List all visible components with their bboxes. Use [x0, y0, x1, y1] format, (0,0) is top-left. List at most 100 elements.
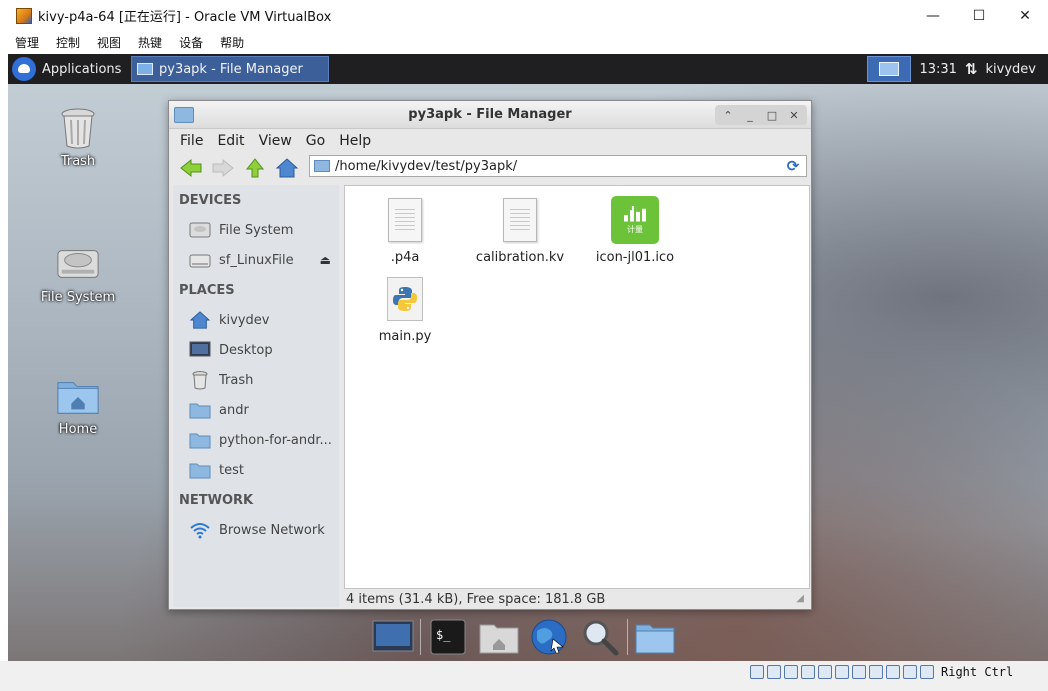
sidebar: DEVICES File System sf_LinuxFile ⏏ PLACE… — [173, 185, 339, 607]
dock-file-manager[interactable] — [631, 615, 679, 659]
folder-icon — [174, 106, 194, 123]
host-minimize-button[interactable]: — — [910, 0, 956, 31]
cpu-icon[interactable] — [886, 665, 900, 679]
host-menu-manage[interactable]: 管理 — [8, 34, 46, 51]
fm-menu-view[interactable]: View — [252, 133, 299, 149]
fm-minimize-button[interactable]: _ — [739, 106, 761, 124]
applications-menu-button[interactable]: Applications — [8, 54, 127, 84]
host-menu-control[interactable]: 控制 — [49, 34, 87, 51]
host-status-icons: Right Ctrl — [750, 665, 1013, 679]
file-item-calibration-kv[interactable]: calibration.kv — [465, 196, 575, 265]
fm-menubar: File Edit View Go Help — [169, 129, 811, 153]
desktop-icon-home[interactable]: Home — [28, 374, 128, 437]
host-maximize-button[interactable]: ☐ — [956, 0, 1002, 31]
fm-window-controls: ⌃ _ □ ✕ — [715, 105, 807, 125]
fm-menu-file[interactable]: File — [173, 133, 210, 149]
xfce-top-panel: Applications py3apk - File Manager 13:31… — [8, 54, 1048, 84]
host-window-title: kivy-p4a-64 [正在运行] - Oracle VM VirtualBo… — [38, 10, 332, 25]
host-menu-devices[interactable]: 设备 — [172, 34, 210, 51]
arrow-left-icon — [180, 158, 202, 178]
file-item-icon-jl01-ico[interactable]: 计量 icon-jl01.ico — [580, 196, 690, 265]
file-manager-window[interactable]: py3apk - File Manager ⌃ _ □ ✕ File Edit … — [168, 100, 812, 610]
fm-roll-up-button[interactable]: ⌃ — [717, 106, 739, 124]
usb-icon[interactable] — [818, 665, 832, 679]
home-button[interactable] — [271, 154, 303, 182]
user-menu[interactable]: kivydev — [986, 62, 1036, 77]
status-text: 4 items (31.4 kB), Free space: 181.8 GB — [346, 591, 606, 607]
host-menu-hotkey[interactable]: 热键 — [131, 34, 169, 51]
fm-titlebar[interactable]: py3apk - File Manager ⌃ _ □ ✕ — [169, 101, 811, 129]
dock-terminal[interactable]: $_ — [424, 615, 472, 659]
dock-home[interactable] — [475, 615, 523, 659]
reload-icon[interactable]: ⟳ — [784, 157, 802, 175]
sidebar-item-trash[interactable]: Trash — [173, 365, 339, 395]
sidebar-item-kivydev[interactable]: kivydev — [173, 305, 339, 335]
taskbar-file-manager-button[interactable]: py3apk - File Manager — [131, 56, 329, 82]
keyboard-capture-icon[interactable] — [920, 665, 934, 679]
file-name: .p4a — [390, 250, 420, 265]
fm-maximize-button[interactable]: □ — [761, 106, 783, 124]
sidebar-heading-places: PLACES — [179, 282, 235, 298]
desktop-icon-label: Trash — [60, 154, 96, 169]
text-file-icon — [496, 196, 544, 244]
audio-icon[interactable] — [784, 665, 798, 679]
desktop-icon-label: File System — [40, 290, 116, 305]
location-bar[interactable]: /home/kivydev/test/py3apk/ ⟳ — [309, 155, 807, 177]
network-icon[interactable]: ⇅ — [965, 60, 978, 78]
arrow-right-icon — [212, 158, 234, 178]
vm-screen[interactable]: Applications py3apk - File Manager 13:31… — [8, 54, 1048, 661]
sidebar-item-label: Trash — [219, 372, 254, 388]
sidebar-item-browse-network[interactable]: Browse Network — [173, 515, 339, 545]
fm-menu-go[interactable]: Go — [299, 133, 332, 149]
sidebar-item-sf-linuxfile[interactable]: sf_LinuxFile ⏏ — [173, 245, 339, 275]
folder-icon — [314, 160, 330, 172]
virtualbox-icon — [16, 7, 32, 24]
sidebar-item-label: test — [219, 462, 244, 478]
clock[interactable]: 13:31 — [919, 62, 956, 77]
drive-icon — [189, 251, 211, 269]
sidebar-item-label: Browse Network — [219, 522, 325, 538]
host-menu-view[interactable]: 视图 — [90, 34, 128, 51]
forward-button[interactable] — [207, 154, 239, 182]
file-name: main.py — [378, 329, 432, 344]
optical-drive-icon[interactable] — [767, 665, 781, 679]
desktop-icon-trash[interactable]: Trash — [28, 106, 128, 169]
dock-separator — [626, 619, 628, 655]
dock-show-desktop[interactable] — [369, 615, 417, 659]
workspace-switcher[interactable] — [867, 56, 912, 82]
display-icon[interactable] — [852, 665, 866, 679]
dock-browser[interactable] — [525, 615, 573, 659]
file-view[interactable]: .p4a calibration.kv 计量 icon-jl01.ico mai… — [344, 185, 810, 589]
fm-menu-help[interactable]: Help — [332, 133, 378, 149]
mouse-integration-icon[interactable] — [903, 665, 917, 679]
dock: $_ — [368, 614, 680, 660]
host-statusbar: Right Ctrl — [0, 661, 1048, 691]
video-capture-icon[interactable] — [869, 665, 883, 679]
screen-icon — [372, 620, 414, 652]
hard-disk-icon[interactable] — [750, 665, 764, 679]
location-input[interactable]: /home/kivydev/test/py3apk/ — [335, 159, 784, 174]
back-button[interactable] — [175, 154, 207, 182]
sidebar-item-desktop[interactable]: Desktop — [173, 335, 339, 365]
desktop-icon-file-system[interactable]: File System — [28, 242, 128, 305]
parent-folder-button[interactable] — [239, 154, 271, 182]
host-menu-help[interactable]: 帮助 — [213, 34, 251, 51]
host-close-button[interactable]: ✕ — [1002, 0, 1048, 31]
sidebar-item-label: andr — [219, 402, 249, 418]
resize-grip-icon[interactable]: ◢ — [796, 593, 804, 604]
host-titlebar: kivy-p4a-64 [正在运行] - Oracle VM VirtualBo… — [0, 0, 1048, 31]
sidebar-item-file-system[interactable]: File System — [173, 215, 339, 245]
home-icon — [275, 158, 299, 178]
fm-close-button[interactable]: ✕ — [783, 106, 805, 124]
network-adapter-icon[interactable] — [801, 665, 815, 679]
file-item-main-py[interactable]: main.py — [350, 275, 460, 344]
shared-folder-icon[interactable] — [835, 665, 849, 679]
sidebar-item-python-for-android[interactable]: python-for-andr... — [173, 425, 339, 455]
eject-icon[interactable]: ⏏ — [320, 253, 331, 267]
sidebar-item-andr[interactable]: andr — [173, 395, 339, 425]
fm-menu-edit[interactable]: Edit — [210, 133, 251, 149]
file-item-p4a[interactable]: .p4a — [350, 196, 460, 265]
sidebar-item-test[interactable]: test — [173, 455, 339, 485]
home-icon — [189, 311, 211, 329]
dock-search[interactable] — [576, 615, 624, 659]
